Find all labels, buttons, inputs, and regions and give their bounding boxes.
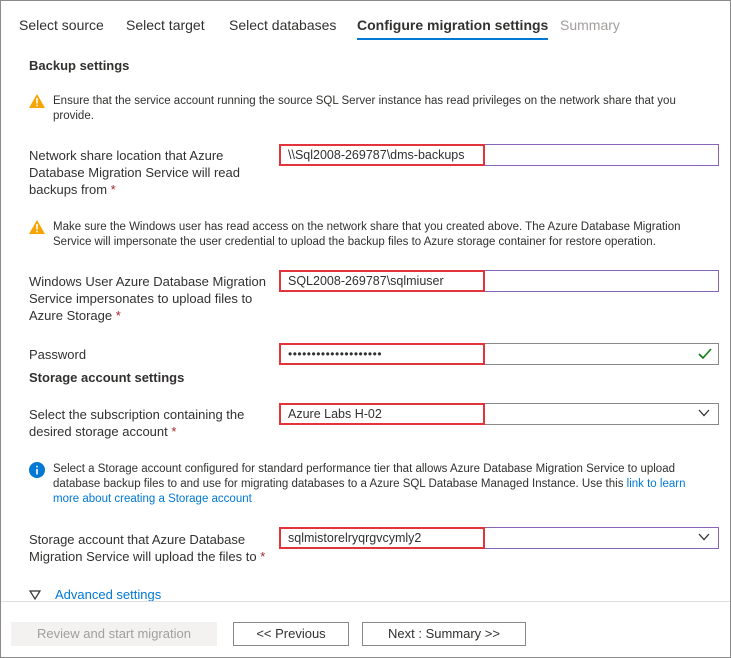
tab-configure-label: Configure migration settings — [357, 17, 549, 33]
tab-configure-migration-settings[interactable]: Configure migration settings — [357, 17, 549, 40]
chevron-down-icon — [698, 533, 710, 541]
review-and-start-migration-button: Review and start migration — [11, 622, 217, 646]
network-share-label: Network share location that Azure Databa… — [29, 147, 269, 198]
network-share-input[interactable]: \\Sql2008-269787\dms-backups — [279, 144, 719, 166]
storage-info-body: Select a Storage account configured for … — [53, 463, 675, 490]
subscription-label-text: Select the subscription containing the d… — [29, 407, 245, 439]
windows-user-input[interactable]: SQL2008-269787\sqlmiuser — [279, 270, 719, 292]
windows-user-label-text: Windows User Azure Database Migration Se… — [29, 274, 266, 323]
info-icon — [29, 462, 45, 478]
windows-user-warning-text: Make sure the Windows user has read acce… — [53, 221, 681, 248]
windows-user-warning: Make sure the Windows user has read acce… — [29, 220, 709, 252]
previous-button[interactable]: << Previous — [233, 622, 349, 646]
next-summary-button[interactable]: Next : Summary >> — [362, 622, 526, 646]
wizard-tabs: Select source Select target Select datab… — [1, 1, 730, 43]
storage-info: Select a Storage account configured for … — [29, 462, 709, 510]
windows-user-label: Windows User Azure Database Migration Se… — [29, 273, 279, 324]
required-marker: * — [260, 549, 266, 564]
windows-user-value: SQL2008-269787\sqlmiuser — [288, 274, 444, 288]
required-marker: * — [171, 424, 177, 439]
network-share-label-text: Network share location that Azure Databa… — [29, 148, 240, 197]
triangle-down-icon — [29, 590, 41, 600]
storage-account-value: sqlmistorelryqrgvcymly2 — [288, 531, 422, 545]
migration-wizard: Select source Select target Select datab… — [0, 0, 731, 658]
share-warning-text: Ensure that the service account running … — [53, 95, 676, 122]
warning-icon — [29, 94, 45, 108]
subscription-dropdown[interactable]: Azure Labs H-02 — [279, 403, 719, 425]
backup-settings-heading: Backup settings — [29, 58, 130, 73]
subscription-value: Azure Labs H-02 — [288, 407, 382, 421]
storage-account-label: Storage account that Azure Database Migr… — [29, 531, 279, 565]
share-warning: Ensure that the service account running … — [29, 94, 709, 126]
password-value: •••••••••••••••••••• — [288, 347, 383, 361]
required-marker: * — [110, 182, 116, 197]
password-input[interactable]: •••••••••••••••••••• — [279, 343, 719, 365]
storage-account-dropdown[interactable]: sqlmistorelryqrgvcymly2 — [279, 527, 719, 549]
network-share-value: \\Sql2008-269787\dms-backups — [288, 148, 465, 162]
required-marker: * — [115, 308, 121, 323]
password-label: Password — [29, 347, 87, 362]
active-tab-indicator — [357, 38, 549, 40]
tab-select-databases[interactable]: Select databases — [229, 17, 336, 33]
wizard-footer: Review and start migration << Previous N… — [1, 601, 730, 657]
advanced-settings-label: Advanced settings — [55, 587, 162, 602]
storage-account-label-text: Storage account that Azure Database Migr… — [29, 532, 257, 564]
chevron-down-icon — [698, 409, 710, 417]
tab-select-target[interactable]: Select target — [126, 17, 205, 33]
tab-summary: Summary — [560, 17, 620, 33]
checkmark-icon — [698, 348, 712, 360]
storage-settings-heading: Storage account settings — [29, 370, 185, 385]
storage-info-text: Select a Storage account configured for … — [53, 462, 709, 507]
tab-select-source[interactable]: Select source — [19, 17, 104, 33]
warning-icon — [29, 220, 45, 234]
subscription-label: Select the subscription containing the d… — [29, 406, 269, 440]
